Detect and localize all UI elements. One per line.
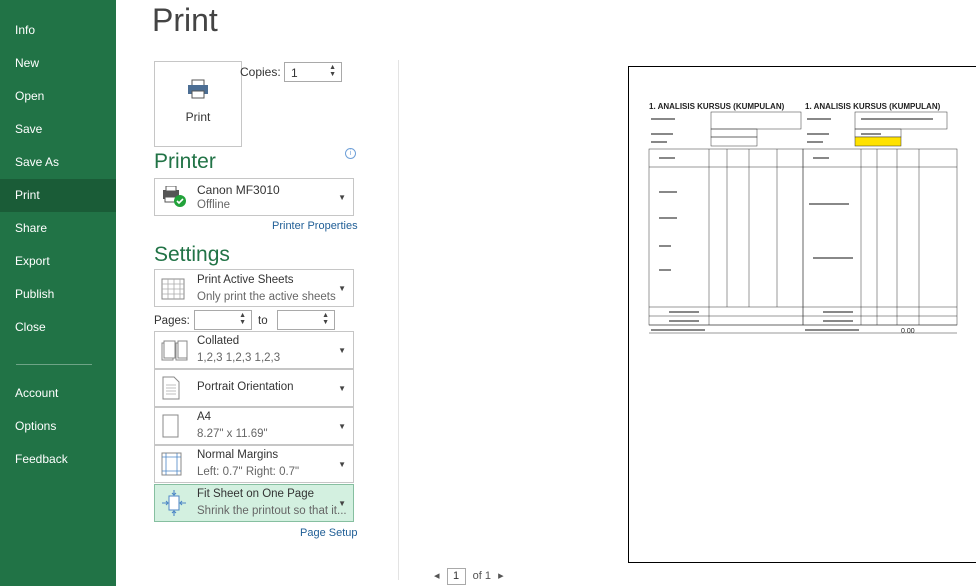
nav-item-close[interactable]: Close (0, 311, 116, 344)
pages-from-spinner[interactable]: ▲ ▼ (194, 310, 252, 330)
page-navigator: ◂ 1 of 1 ▸ (434, 568, 504, 585)
nav-bottom-list: Account Options Feedback (0, 377, 116, 476)
printer-ready-icon (163, 186, 186, 207)
nav-item-options[interactable]: Options (0, 410, 116, 443)
margins-icon (161, 452, 182, 476)
nav-item-print[interactable]: Print (0, 179, 116, 212)
copies-spinner[interactable]: 1 ▲ ▼ (284, 62, 342, 82)
page-total: of 1 (472, 570, 492, 582)
printer-properties-link[interactable]: Printer Properties (272, 220, 358, 232)
scaling-sub: Shrink the printout so that it... (197, 505, 347, 517)
nav-item-account[interactable]: Account (0, 377, 116, 410)
backstage-sidebar: Info New Open Save Save As Print Share Export Pu… (0, 0, 116, 586)
chevron-down-icon: ▼ (338, 193, 346, 202)
scaling-dropdown[interactable]: Fit Sheet on One Page Shrink the printou… (154, 484, 354, 522)
copies-value: 1 (291, 66, 298, 80)
nav-separator (16, 364, 92, 365)
print-what-title: Print Active Sheets (197, 274, 294, 286)
printer-name: Canon MF3010 (197, 183, 280, 197)
printer-status: Offline (197, 199, 231, 211)
spinner-arrows-icon[interactable]: ▲ ▼ (329, 64, 336, 78)
nav-item-feedback[interactable]: Feedback (0, 443, 116, 476)
portrait-page-icon (162, 376, 180, 400)
nav-item-open[interactable]: Open (0, 80, 116, 113)
collation-sub: 1,2,3 1,2,3 1,2,3 (197, 352, 281, 364)
next-page-icon[interactable]: ▸ (498, 570, 504, 582)
chevron-down-icon: ▼ (338, 284, 346, 293)
paper-size-dropdown[interactable]: A4 8.27" x 11.69" ▼ (154, 407, 354, 445)
margins-dropdown[interactable]: Normal Margins Left: 0.7" Right: 0.7" ▼ (154, 445, 354, 483)
nav-item-new[interactable]: New (0, 47, 116, 80)
pages-label: Pages: (154, 315, 190, 327)
preview-sheet: 1. ANALISIS KURSUS (KUMPULAN) 1. ANALISI… (648, 102, 958, 335)
spinner-arrows-icon[interactable]: ▲ ▼ (322, 312, 329, 326)
spinner-arrows-icon[interactable]: ▲ ▼ (239, 312, 246, 326)
chevron-down-icon: ▼ (338, 460, 346, 469)
collation-title: Collated (197, 335, 240, 347)
chevron-down-icon: ▼ (338, 499, 346, 508)
pane-divider (398, 60, 399, 580)
print-preview-page: 1. ANALISIS KURSUS (KUMPULAN) 1. ANALISI… (628, 66, 976, 563)
chevron-down-icon: ▼ (338, 384, 346, 393)
orientation-title: Portrait Orientation (197, 381, 294, 393)
chevron-down-icon: ▼ (338, 422, 346, 431)
nav-item-save-as[interactable]: Save As (0, 146, 116, 179)
preview-total-value: 0.00 (901, 328, 915, 335)
nav-item-share[interactable]: Share (0, 212, 116, 245)
preview-title-left: 1. ANALISIS KURSUS (KUMPULAN) (649, 102, 785, 111)
margins-sub: Left: 0.7" Right: 0.7" (197, 466, 300, 478)
chevron-down-icon: ▼ (338, 346, 346, 355)
page-setup-link[interactable]: Page Setup (300, 527, 358, 539)
nav-item-info[interactable]: Info (0, 14, 116, 47)
pages-to-spinner[interactable]: ▲ ▼ (277, 310, 335, 330)
paper-size-sub: 8.27" x 11.69" (197, 428, 268, 440)
printer-icon (188, 79, 208, 99)
preview-title-right: 1. ANALISIS KURSUS (KUMPULAN) (805, 102, 941, 111)
collation-dropdown[interactable]: Collated 1,2,3 1,2,3 1,2,3 ▼ (154, 331, 354, 369)
info-icon[interactable]: i (345, 148, 356, 159)
previous-page-icon[interactable]: ◂ (434, 570, 440, 582)
settings-heading: Settings (154, 243, 230, 266)
printer-heading: Printer (154, 150, 216, 173)
nav-main-list: Info New Open Save Save As Print Share Export Pu… (0, 14, 116, 344)
print-pane: Print Print Copies: 1 ▲ ▼ Printer i Canon… (116, 0, 976, 586)
print-what-sub: Only print the active sheets (197, 291, 336, 303)
fit-to-page-icon (162, 490, 186, 516)
print-button-label: Print (185, 110, 211, 124)
print-what-dropdown[interactable]: Print Active Sheets Only print the activ… (154, 269, 354, 307)
nav-item-publish[interactable]: Publish (0, 278, 116, 311)
print-button[interactable]: Print (154, 61, 242, 147)
paper-size-title: A4 (197, 411, 212, 423)
copies-label: Copies: (240, 65, 281, 79)
printer-dropdown[interactable]: Canon MF3010 Offline ▼ (154, 178, 354, 216)
orientation-dropdown[interactable]: Portrait Orientation ▼ (154, 369, 354, 407)
margins-title: Normal Margins (197, 449, 279, 461)
page-number-input[interactable]: 1 (446, 568, 466, 585)
scaling-title: Fit Sheet on One Page (197, 488, 314, 500)
pages-to-label: to (258, 315, 268, 327)
nav-item-save[interactable]: Save (0, 113, 116, 146)
nav-item-export[interactable]: Export (0, 245, 116, 278)
collated-pages-icon (161, 340, 188, 361)
page-title: Print (152, 2, 218, 38)
sheets-grid-icon (161, 278, 185, 300)
paper-size-icon (162, 414, 179, 438)
